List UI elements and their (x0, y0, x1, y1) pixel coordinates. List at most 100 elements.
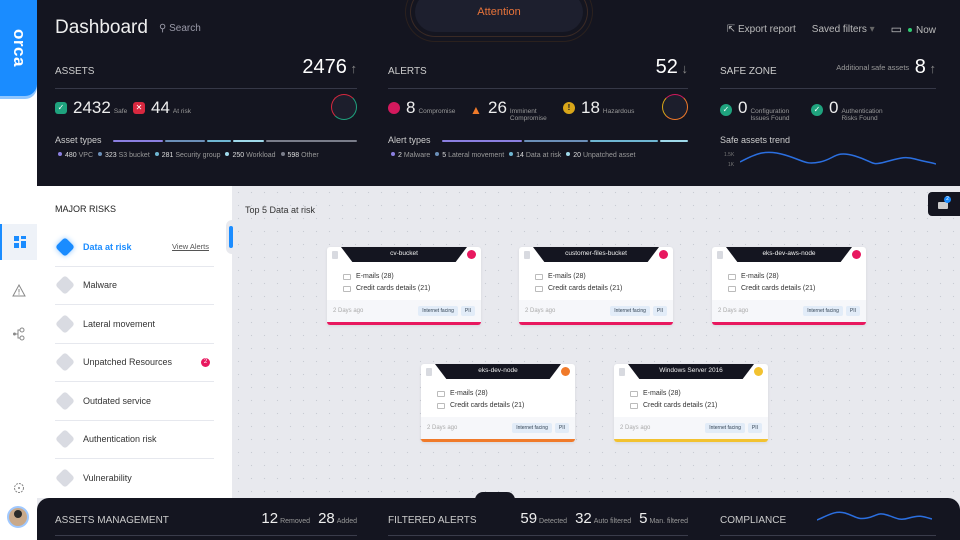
shield-check-icon: ✓ (55, 102, 67, 114)
alert-type-bar-lateral (524, 140, 588, 142)
email-icon (535, 273, 543, 280)
tag: Internet facing (803, 306, 843, 316)
safe-zone-additional: Additional safe assets 8 ↑ (836, 56, 936, 78)
bucket-icon (524, 251, 530, 259)
export-icon: ⇱ (726, 23, 738, 35)
risk-malware[interactable]: Malware (55, 267, 214, 305)
alerts-compromise[interactable]: 8 Compromise (388, 98, 455, 118)
divider (55, 535, 357, 536)
fingerprint-icon (55, 429, 75, 450)
asset-type-bar-sg (207, 140, 231, 142)
bug-icon (55, 275, 75, 296)
summary-header: Dashboard ⚲ Search Attention ⇱ Export re… (37, 0, 960, 186)
risk-vulnerability[interactable]: Vulnerability (55, 459, 214, 498)
shield-x-icon: ✕ (133, 102, 145, 114)
email-icon (343, 273, 351, 280)
warning-icon (11, 283, 26, 296)
severity-icon (659, 250, 668, 259)
risk-outdated-service[interactable]: Outdated service (55, 382, 214, 421)
nav-alerts[interactable] (0, 272, 37, 308)
view-alerts-link[interactable]: View Alerts (172, 242, 209, 251)
legend-dot (280, 152, 285, 156)
page-title: Dashboard (55, 17, 148, 38)
arrow-up-icon: ↑ (925, 61, 936, 76)
legend-dot (154, 152, 159, 156)
search-input[interactable]: ⚲ Search (159, 23, 201, 34)
divider (388, 88, 688, 89)
filtered-alerts[interactable]: FILTERED ALERTS 59 Detected 32 Auto filtere… (388, 508, 688, 536)
tag: PII (652, 306, 667, 316)
alert-type-bar-malware (442, 140, 522, 142)
arrow-up-icon: ↑ (346, 61, 357, 76)
collapse-handle[interactable] (226, 220, 238, 254)
tag: Internet facing (418, 306, 458, 316)
legend-dot (509, 152, 514, 156)
asset-card[interactable]: Windows Server 2016 E-mails (28) Credit … (614, 364, 768, 442)
dashboard-icon (13, 236, 26, 248)
legend-dot (58, 152, 62, 156)
severity-strip (519, 322, 673, 325)
lateral-movement-icon (55, 313, 75, 334)
attention-indicator[interactable]: Attention (415, 0, 583, 32)
nav-dashboard[interactable] (0, 224, 37, 260)
credit-card-icon (437, 402, 445, 409)
search-icon: ⚲ (159, 23, 170, 34)
export-report-button[interactable]: ⇱ Export report (727, 24, 796, 35)
alerts-imminent[interactable]: ▲ 26 Imminent Compromise (470, 98, 547, 122)
alerts-hazardous[interactable]: ! 18 Hazardous (563, 98, 634, 118)
assets-at-risk[interactable]: ✕ 44 At risk (133, 98, 191, 118)
left-rail: orca (0, 0, 37, 540)
assets-safe[interactable]: ✓ 2432 Safe (55, 98, 127, 118)
risk-data-at-risk[interactable]: Data at risk View Alerts (55, 228, 214, 267)
nav-graph[interactable] (0, 316, 37, 352)
divider (720, 535, 936, 536)
divider (720, 88, 936, 89)
divider (388, 535, 688, 536)
compliance[interactable]: COMPLIANCE (720, 508, 936, 536)
time-picker[interactable]: ▭ Now (891, 22, 936, 36)
asset-type-bar-s3 (165, 140, 205, 142)
asset-card[interactable]: cv-bucket E-mails (28) Credit cards deta… (327, 247, 481, 325)
asset-card[interactable]: eks-dev-aws-node E-mails (28) Credit car… (712, 247, 866, 325)
bucket-icon (332, 251, 338, 259)
severity-strip (421, 439, 575, 442)
risk-unpatched-resources[interactable]: Unpatched Resources 2 (55, 344, 214, 382)
credit-card-icon (343, 285, 351, 292)
assets-total: 2476 ↑ (302, 56, 357, 78)
saved-filters-dropdown[interactable]: Saved filters ▾ (812, 24, 875, 35)
credit-card-icon (728, 285, 736, 292)
orca-logo[interactable]: orca (0, 0, 37, 96)
alert-types-legend: 2 Malware 5 Lateral movement 14 Data at … (388, 152, 636, 159)
risk-authentication[interactable]: Authentication risk (55, 421, 214, 459)
card-title: customer-files-bucket (533, 247, 659, 262)
severity-icon (852, 250, 861, 259)
count-badge: 2 (201, 357, 210, 367)
card-title: eks-dev-node (435, 364, 561, 379)
link-icon (55, 468, 75, 489)
auth-risks[interactable]: ✓ 0 Authentication Risks Found (811, 98, 883, 122)
asset-types-legend: 480 VPC 323 S3 bucket 281 Security group… (55, 152, 319, 159)
config-issues[interactable]: ✓ 0 Configuration Issues Found (720, 98, 790, 122)
asset-card[interactable]: eks-dev-node E-mails (28) Credit cards d… (421, 364, 575, 442)
trend-tick: 1K (728, 162, 735, 168)
severity-strip (614, 439, 768, 442)
graph-icon (12, 327, 24, 341)
risk-lateral-movement[interactable]: Lateral movement (55, 305, 214, 344)
card-title: Windows Server 2016 (628, 364, 754, 379)
notification-count: 2 (944, 196, 951, 203)
compliance-trend-chart (817, 511, 932, 521)
asset-card[interactable]: customer-files-bucket E-mails (28) Credi… (519, 247, 673, 325)
severity-icon (561, 367, 570, 376)
card-title: eks-dev-aws-node (726, 247, 852, 262)
email-icon (728, 273, 736, 280)
assets-management[interactable]: ASSETS MANAGEMENT 12 Removed 28 Added (55, 508, 357, 536)
legend-dot (98, 152, 102, 156)
user-avatar[interactable] (7, 506, 29, 528)
bucket-icon (426, 368, 432, 376)
notifications-button[interactable]: 2 (928, 192, 960, 216)
bottom-summary-bar: ASSETS MANAGEMENT 12 Removed 28 Added FILTE… (37, 492, 960, 540)
tag: Internet facing (512, 423, 552, 433)
card-title: cv-bucket (341, 247, 467, 262)
severity-strip (327, 322, 481, 325)
nav-settings[interactable] (0, 470, 37, 506)
